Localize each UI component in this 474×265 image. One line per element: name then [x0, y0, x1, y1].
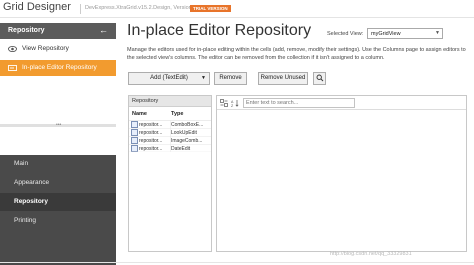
page-description: Manage the editors used for in-place edi…	[127, 47, 466, 61]
sidebar-item-label: View Repository	[22, 45, 69, 52]
repository-caption: Repository	[129, 96, 211, 107]
add-editor-label: Add (TextEdit)	[150, 75, 188, 81]
repository-grid: Repository Name Type repositor... ComboB…	[128, 95, 212, 252]
property-list	[217, 111, 466, 251]
nav-item-appearance[interactable]: Appearance	[0, 174, 116, 192]
editor-icon	[8, 64, 17, 72]
nav-item-label: Printing	[14, 217, 37, 224]
title-divider	[80, 4, 81, 14]
bottom-divider	[0, 262, 474, 263]
trial-badge: TRIAL VERSION	[190, 5, 231, 12]
search-icon	[316, 74, 323, 82]
selected-view-label: Selected View:	[327, 31, 364, 37]
svg-text:Z: Z	[231, 104, 234, 107]
property-toolbar: AZ	[217, 96, 466, 110]
sidebar-item-editor-repository[interactable]: In-place Editor Repository	[0, 60, 116, 76]
nav-item-label: Repository	[14, 198, 48, 205]
chevron-down-icon: ▼	[201, 75, 206, 81]
nav-item-label: Main	[14, 160, 29, 167]
categorized-icon[interactable]	[220, 99, 228, 107]
sidebar-header: Repository ←	[0, 23, 116, 39]
chevron-down-icon: ▼	[435, 30, 440, 36]
sidebar-item-label: In-place Editor Repository	[22, 64, 97, 71]
grid-lines	[129, 120, 211, 152]
watermark: http://blog.csdn.net/qq_33329831	[330, 251, 412, 257]
add-editor-button[interactable]: Add (TextEdit) ▼	[128, 72, 210, 85]
property-search-input[interactable]	[244, 99, 354, 107]
column-header-name[interactable]: Name	[132, 111, 147, 120]
sidebar-item-view-repository[interactable]: View Repository	[0, 41, 116, 57]
search-button[interactable]	[313, 72, 326, 85]
nav-item-main[interactable]: Main	[0, 155, 116, 173]
property-grid: AZ	[216, 95, 467, 252]
sidebar-header-label: Repository	[8, 27, 45, 34]
splitter-grip-icon: •••	[56, 122, 62, 128]
selected-view-value: myGridView	[371, 31, 401, 37]
sidebar-splitter[interactable]: •••	[0, 122, 116, 128]
nav-item-repository[interactable]: Repository	[0, 193, 116, 211]
nav-panel: Main Appearance Repository Printing	[0, 155, 116, 265]
title-bar: Grid Designer DevExpress.XtraGrid.v15.2.…	[0, 0, 474, 18]
eye-icon	[8, 45, 17, 53]
sidebar: Repository ← View Repository In-place Ed…	[0, 19, 116, 265]
remove-button[interactable]: Remove	[214, 72, 247, 85]
back-arrow-icon[interactable]: ←	[99, 25, 108, 35]
property-search-box[interactable]	[243, 98, 355, 108]
remove-unused-button[interactable]: Remove Unused	[258, 72, 308, 85]
repository-caption-label: Repository	[132, 98, 159, 104]
page-title: In-place Editor Repository	[127, 22, 312, 39]
column-header-type[interactable]: Type	[171, 111, 183, 120]
window-title: Grid Designer	[3, 1, 71, 13]
sort-alphabetical-icon[interactable]: AZ	[231, 99, 239, 108]
nav-item-printing[interactable]: Printing	[0, 212, 116, 230]
selected-view-dropdown[interactable]: myGridView ▼	[367, 28, 443, 39]
nav-item-label: Appearance	[14, 179, 50, 186]
